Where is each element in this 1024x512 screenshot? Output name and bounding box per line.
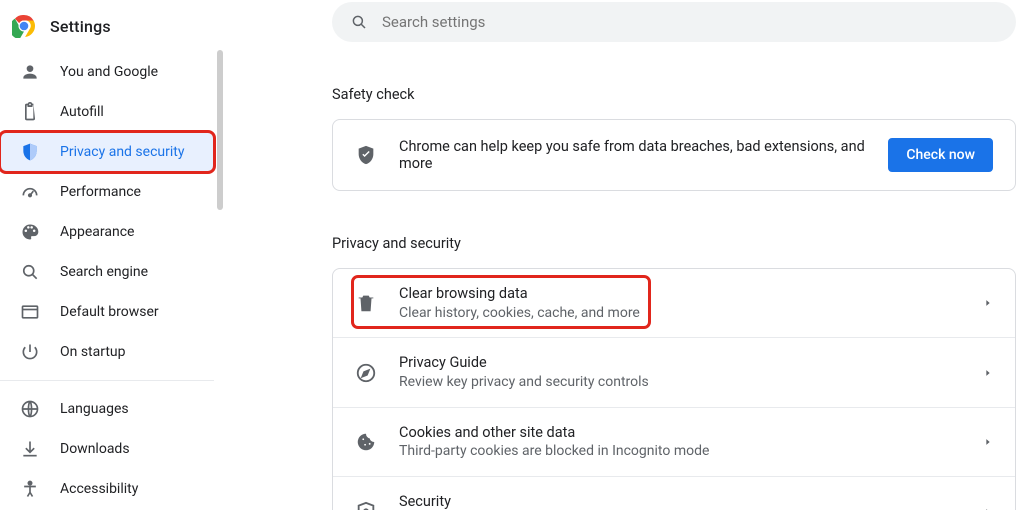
sidebar-item-accessibility[interactable]: Accessibility [0, 469, 214, 509]
row-title: Privacy Guide [399, 353, 961, 373]
row-desc: Clear history, cookies, cache, and more [399, 304, 961, 323]
sidebar-item-label: Search engine [60, 264, 148, 280]
sidebar-scrollbar[interactable] [217, 50, 223, 470]
row-desc: Review key privacy and security controls [399, 373, 961, 392]
sidebar-item-privacy-and-security[interactable]: Privacy and security [0, 132, 214, 172]
chevron-right-icon [983, 368, 993, 378]
row-desc: Third-party cookies are blocked in Incog… [399, 442, 961, 461]
search-settings[interactable] [332, 2, 1016, 42]
clipboard-icon [20, 102, 40, 122]
sidebar-item-label: On startup [60, 344, 126, 360]
sidebar-item-label: Default browser [60, 304, 159, 320]
accessibility-icon [20, 479, 40, 499]
row-clear-browsing-data[interactable]: Clear browsing data Clear history, cooki… [333, 269, 1015, 337]
sidebar-item-languages[interactable]: Languages [0, 389, 214, 429]
sidebar-item-search-engine[interactable]: Search engine [0, 252, 214, 292]
chrome-logo-icon [12, 14, 36, 38]
row-title: Security [399, 492, 961, 510]
safety-card: Chrome can help keep you safe from data … [332, 119, 1016, 191]
shield-icon [20, 142, 40, 162]
section-title-privacy: Privacy and security [332, 235, 1016, 252]
safety-check-section: Safety check Chrome can help keep you sa… [332, 86, 1016, 191]
chevron-right-icon [983, 298, 993, 308]
search-icon [350, 13, 368, 31]
shield-check-icon [355, 144, 377, 166]
sidebar-item-on-startup[interactable]: On startup [0, 332, 214, 372]
browser-window-icon [20, 302, 40, 322]
sidebar-item-label: Performance [60, 184, 141, 200]
trash-icon [355, 292, 377, 314]
person-icon [20, 62, 40, 82]
sidebar-item-downloads[interactable]: Downloads [0, 429, 214, 469]
download-icon [20, 439, 40, 459]
safety-text: Chrome can help keep you safe from data … [399, 138, 866, 172]
row-title: Cookies and other site data [399, 423, 961, 443]
sidebar-item-default-browser[interactable]: Default browser [0, 292, 214, 332]
page-title: Settings [50, 17, 111, 36]
row-cookies[interactable]: Cookies and other site data Third-party … [333, 407, 1015, 476]
sidebar-item-autofill[interactable]: Autofill [0, 92, 214, 132]
sidebar-item-label: Downloads [60, 441, 130, 457]
sidebar-item-label: Appearance [60, 224, 134, 240]
row-security[interactable]: Security Safe Browsing (protection from … [333, 476, 1015, 510]
check-now-button[interactable]: Check now [888, 138, 993, 172]
speedometer-icon [20, 182, 40, 202]
compass-icon [355, 362, 377, 384]
sidebar: Settings You and Google Autofill Privacy… [0, 0, 226, 510]
section-title-safety: Safety check [332, 86, 1016, 103]
row-privacy-guide[interactable]: Privacy Guide Review key privacy and sec… [333, 337, 1015, 406]
cookie-icon [355, 431, 377, 453]
sidebar-item-label: Accessibility [60, 481, 138, 497]
security-shield-icon [355, 501, 377, 510]
sidebar-separator [0, 380, 214, 381]
privacy-security-section: Privacy and security Clear browsing data… [332, 235, 1016, 510]
sidebar-item-label: Privacy and security [60, 144, 184, 160]
search-icon [20, 262, 40, 282]
chevron-right-icon [983, 437, 993, 447]
palette-icon [20, 222, 40, 242]
sidebar-item-label: Autofill [60, 104, 104, 120]
chevron-right-icon [983, 507, 993, 510]
globe-icon [20, 399, 40, 419]
sidebar-item-label: Languages [60, 401, 129, 417]
sidebar-item-performance[interactable]: Performance [0, 172, 214, 212]
main-content: Safety check Chrome can help keep you sa… [226, 0, 1024, 510]
sidebar-item-you-and-google[interactable]: You and Google [0, 52, 214, 92]
search-input[interactable] [382, 13, 998, 31]
sidebar-item-label: You and Google [60, 64, 158, 80]
sidebar-item-appearance[interactable]: Appearance [0, 212, 214, 252]
privacy-card: Clear browsing data Clear history, cooki… [332, 268, 1016, 510]
row-title: Clear browsing data [399, 284, 961, 304]
scrollbar-thumb[interactable] [217, 50, 223, 210]
power-icon [20, 342, 40, 362]
settings-header: Settings [0, 0, 226, 52]
